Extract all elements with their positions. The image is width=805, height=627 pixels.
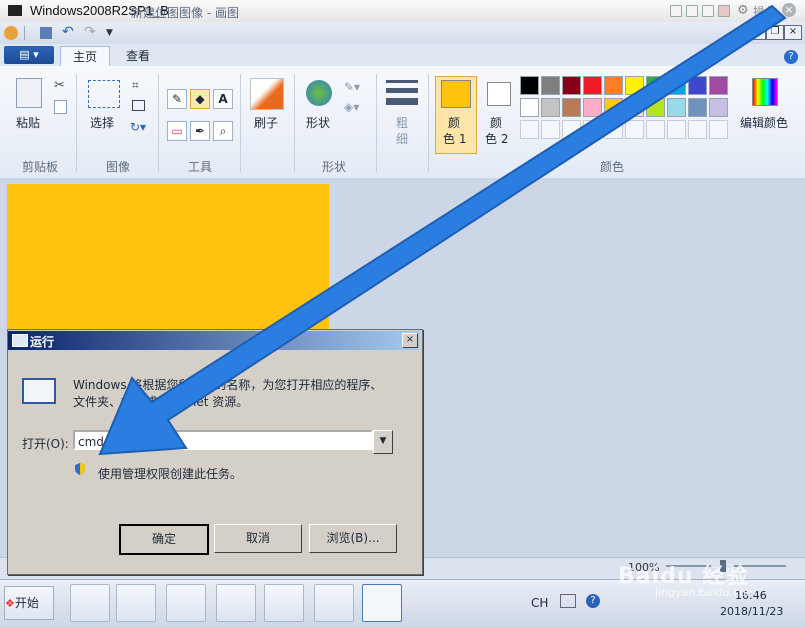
- arrow-shape: [98, 4, 787, 456]
- annotation-arrow: [98, 4, 787, 456]
